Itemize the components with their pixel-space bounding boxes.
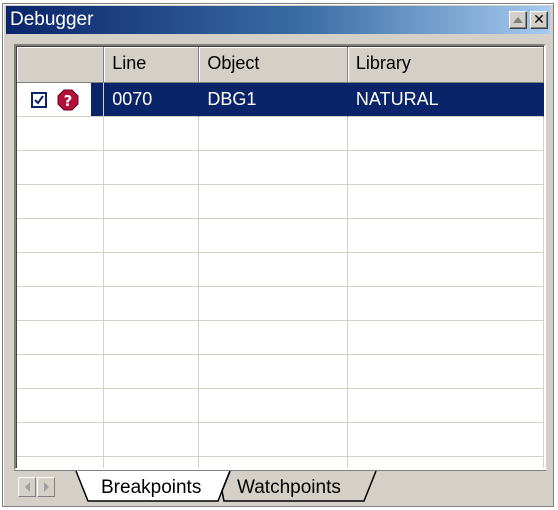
row-line-cell: 0070 [104,83,200,117]
tab-breakpoints[interactable]: Breakpoints [101,477,201,499]
restore-button[interactable] [509,11,527,29]
empty-row [17,185,544,219]
row-object-cell: DBG1 [199,83,348,117]
empty-row [17,423,544,457]
window-title: Debugger [10,9,94,30]
checkbox-checked-icon[interactable] [31,91,47,108]
column-header-library[interactable]: Library [347,47,544,83]
empty-row [17,151,544,185]
column-header-status[interactable] [17,47,105,83]
tab-scroll-right-button[interactable] [37,477,55,497]
tab-scroll-left-button[interactable] [18,477,36,497]
empty-row [17,253,544,287]
breakpoints-grid: Line Object Library ? 0070 DBG1 NATURAL [14,44,546,470]
scroll-right-icon [43,482,49,492]
empty-row [17,117,544,151]
column-header-line[interactable]: Line [104,47,200,83]
title-bar[interactable]: Debugger ✕ [6,6,550,34]
empty-row [17,457,544,468]
empty-row [17,389,544,423]
breakpoint-question-icon: ? [57,89,79,111]
close-button[interactable]: ✕ [530,11,548,29]
tab-watchpoints[interactable]: Watchpoints [237,477,341,499]
column-header-object[interactable]: Object [199,47,348,83]
empty-row [17,287,544,321]
row-library-cell: NATURAL [347,83,544,117]
empty-row [17,355,544,389]
debugger-window: Debugger ✕ Line Object Library ? 0070 DB… [2,3,554,507]
scroll-left-icon [24,482,30,492]
empty-row [17,321,544,355]
empty-row [17,219,544,253]
close-icon: ✕ [533,12,545,28]
row-status-cell: ? [17,83,105,117]
grid-header: Line Object Library [17,47,544,83]
grid-rows: ? 0070 DBG1 NATURAL [17,83,544,468]
table-row[interactable]: ? 0070 DBG1 NATURAL [17,83,544,117]
row-selection-marker [91,83,104,116]
svg-text:?: ? [64,92,73,110]
restore-icon [513,16,523,23]
tab-strip: Breakpoints Watchpoints [14,470,546,503]
